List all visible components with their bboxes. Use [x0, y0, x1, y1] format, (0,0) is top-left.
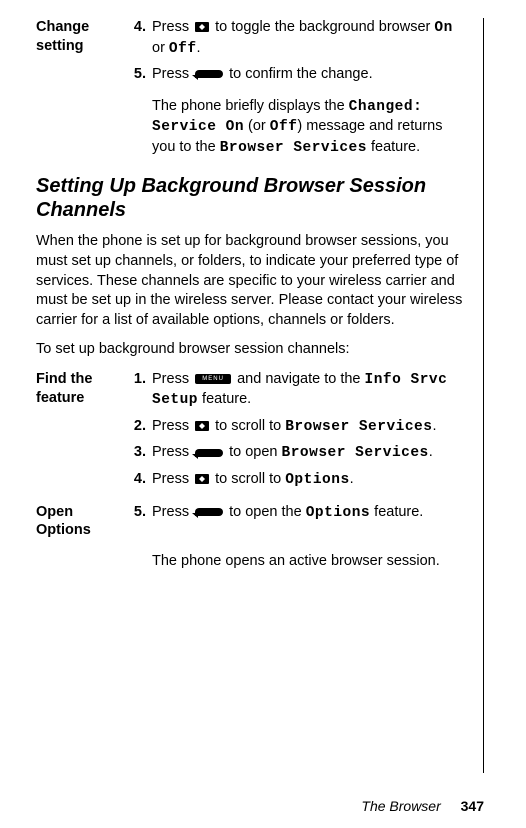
step-number: 2.: [130, 417, 152, 438]
scroll-key-icon: [195, 474, 209, 484]
menu-key-icon: MENU: [195, 374, 231, 384]
select-key-icon: [195, 508, 223, 516]
step-text: Press to scroll to Browser Services.: [152, 417, 467, 438]
step-number: 4.: [130, 470, 152, 491]
page-footer: The Browser 347: [361, 798, 484, 814]
step-number: 4.: [130, 18, 152, 59]
step-text: Press to scroll to Options.: [152, 470, 467, 491]
step-text: Press to toggle the background browser O…: [152, 18, 467, 59]
step-text: Press to confirm the change.: [152, 65, 467, 85]
find-feature-label: Find the feature: [36, 370, 130, 411]
step-number: 5.: [130, 503, 152, 541]
step-text: Press to open Browser Services.: [152, 443, 467, 464]
step-number: 3.: [130, 443, 152, 464]
open-options-label: Open Options: [36, 503, 130, 541]
section-heading: Setting Up Background Browser Session Ch…: [36, 174, 467, 222]
scroll-key-icon: [195, 421, 209, 431]
step-text: Press to open the Options feature.: [152, 503, 467, 541]
step-number: 5.: [130, 65, 152, 85]
scroll-key-icon: [195, 22, 209, 32]
result-text: The phone opens an active browser sessio…: [152, 552, 467, 572]
step-number: 1.: [130, 370, 152, 411]
page-content: Change setting 4. Press to toggle the ba…: [36, 18, 484, 773]
footer-title: The Browser: [361, 798, 440, 814]
change-setting-label: Change setting: [36, 18, 130, 59]
step-text: Press MENU and navigate to the Info Srvc…: [152, 370, 467, 411]
body-paragraph: To set up background browser session cha…: [36, 340, 467, 360]
body-paragraph: When the phone is set up for background …: [36, 232, 467, 330]
result-text: The phone briefly displays the Changed: …: [152, 97, 467, 159]
select-key-icon: [195, 449, 223, 457]
page-number: 347: [461, 798, 484, 814]
select-key-icon: [195, 70, 223, 78]
